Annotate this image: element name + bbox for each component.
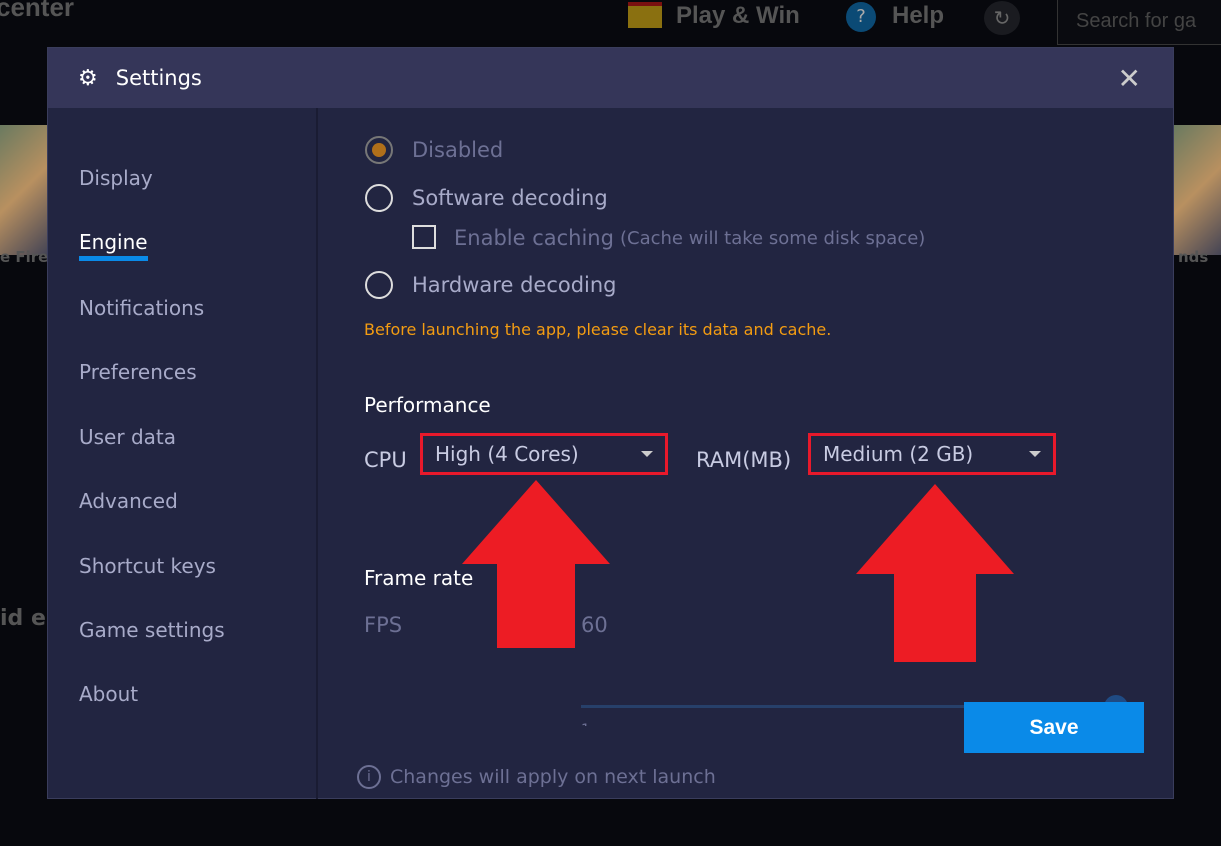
ram-label: RAM(MB) [696, 448, 792, 472]
app-top-bar: center Play & Win ? Help ↻ Search for ga [0, 0, 1221, 47]
ram-select[interactable]: Medium (2 GB) [808, 433, 1056, 475]
gear-icon: ⚙ [78, 65, 98, 91]
game-title-right: nds [1178, 248, 1209, 266]
sidebar-item-notifications[interactable]: Notifications [79, 296, 204, 320]
fps-label: FPS [364, 613, 403, 637]
engine-settings-panel: Disabled Software decoding Enable cachin… [320, 108, 1173, 799]
search-input[interactable]: Search for ga [1057, 0, 1221, 45]
gift-icon [628, 2, 662, 28]
decoding-warning: Before launching the app, please clear i… [364, 320, 832, 339]
frame-rate-title: Frame rate [364, 566, 474, 590]
sidebar-item-preferences[interactable]: Preferences [79, 360, 197, 384]
cpu-select[interactable]: High (4 Cores) [420, 433, 668, 475]
play-win-button[interactable]: Play & Win [676, 2, 800, 30]
settings-sidebar: Display Engine Notifications Preferences… [48, 108, 318, 799]
dialog-header: ⚙ Settings ✕ [48, 48, 1173, 108]
radio-software-decoding-label[interactable]: Software decoding [412, 186, 608, 210]
red-arrow-cpu [462, 480, 610, 648]
chevron-down-icon [1029, 451, 1041, 457]
sidebar-item-about[interactable]: About [79, 682, 138, 706]
info-icon: i [357, 765, 381, 789]
radio-disabled [365, 136, 393, 164]
sidebar-item-shortcut-keys[interactable]: Shortcut keys [79, 554, 216, 578]
radio-hardware-decoding[interactable] [365, 271, 393, 299]
help-icon[interactable]: ? [846, 2, 876, 32]
game-title-left: e Fire [0, 248, 49, 266]
game-card-right[interactable] [1174, 125, 1221, 255]
radio-hardware-decoding-label[interactable]: Hardware decoding [412, 273, 617, 297]
save-button[interactable]: Save [964, 702, 1144, 753]
radio-software-decoding[interactable] [365, 184, 393, 212]
enable-caching-label[interactable]: Enable caching [454, 226, 614, 250]
dialog-title: Settings [115, 66, 202, 90]
cpu-label: CPU [364, 448, 407, 472]
footer-note: Changes will apply on next launch [390, 766, 716, 788]
performance-title: Performance [364, 393, 491, 417]
sidebar-item-user-data[interactable]: User data [79, 425, 176, 449]
close-icon[interactable]: ✕ [1118, 62, 1141, 95]
brand-text: center [0, 0, 75, 22]
sidebar-item-game-settings[interactable]: Game settings [79, 618, 225, 642]
sidebar-item-engine[interactable]: Engine [79, 230, 148, 261]
chevron-down-icon [641, 451, 653, 457]
refresh-icon[interactable]: ↻ [984, 1, 1020, 35]
settings-dialog: ⚙ Settings ✕ Display Engine Notification… [47, 47, 1174, 799]
cpu-select-value: High (4 Cores) [435, 442, 579, 466]
enable-caching-checkbox[interactable] [412, 225, 436, 249]
ram-select-value: Medium (2 GB) [823, 442, 974, 466]
sidebar-item-advanced[interactable]: Advanced [79, 489, 178, 513]
red-arrow-ram [856, 484, 1014, 662]
sidebar-item-display[interactable]: Display [79, 166, 153, 190]
caching-note: (Cache will take some disk space) [620, 228, 926, 249]
help-button[interactable]: Help [892, 2, 944, 30]
game-card-left[interactable] [0, 125, 47, 255]
radio-disabled-label: Disabled [412, 138, 504, 162]
